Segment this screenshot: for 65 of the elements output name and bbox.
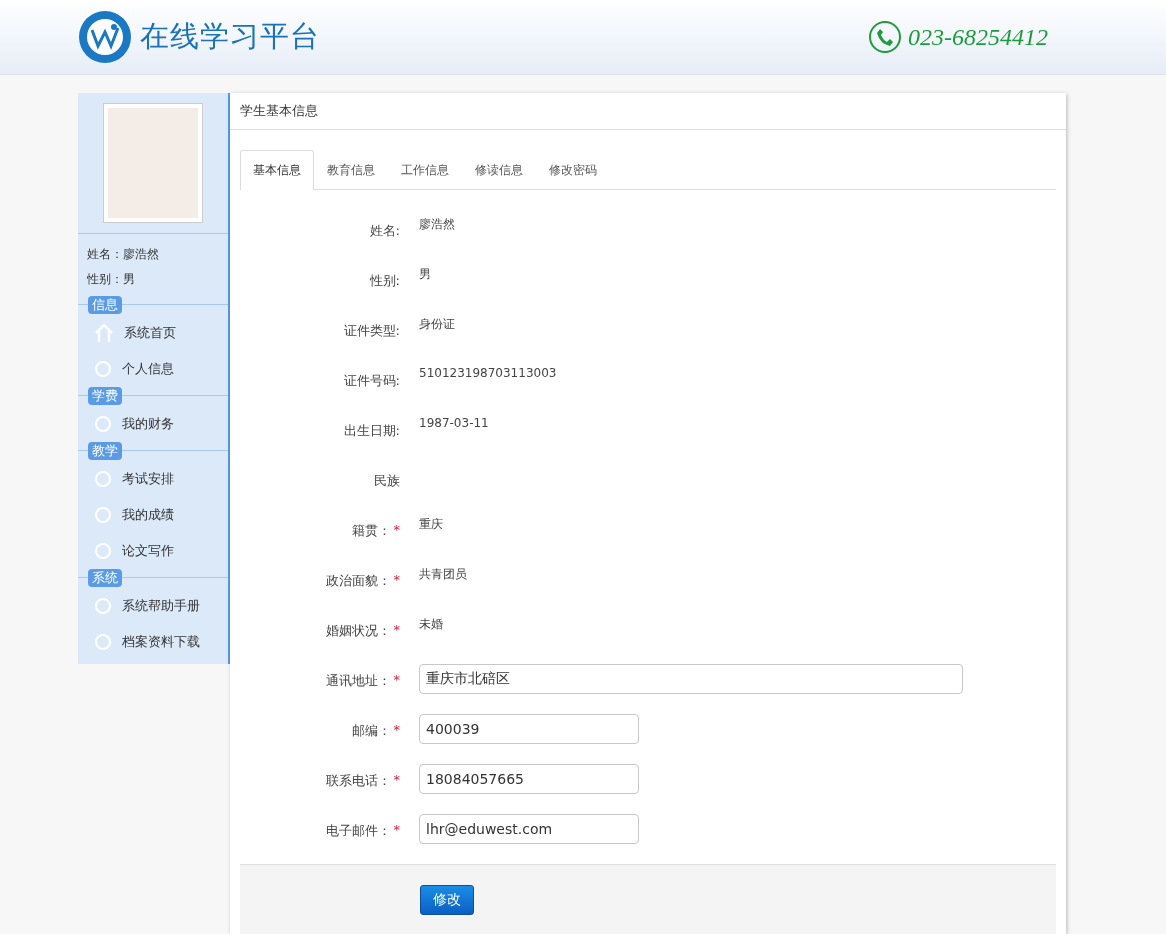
tab[interactable]: 教育信息 — [314, 150, 388, 190]
circle-icon — [94, 633, 112, 651]
circle-icon — [94, 542, 112, 560]
input-field[interactable]: 400039 — [419, 714, 639, 744]
submit-button[interactable]: 修改 — [420, 884, 474, 915]
menu-item[interactable]: 系统帮助手册 — [122, 597, 200, 615]
field-label: 性别: — [369, 272, 400, 290]
required-mark: * — [393, 822, 400, 839]
tab[interactable]: 修改密码 — [536, 150, 610, 190]
section-heading: 学费 — [88, 387, 122, 405]
field-value: 1987-03-11 — [419, 415, 489, 430]
menu-item[interactable]: 我的财务 — [122, 415, 174, 433]
required-mark: * — [393, 622, 400, 639]
input-field[interactable]: lhr@eduwest.com — [419, 814, 639, 844]
menu-item[interactable]: 档案资料下载 — [122, 633, 200, 651]
menu-item[interactable]: 我的成绩 — [122, 506, 174, 524]
phone-number: 023-68254412 — [908, 23, 1048, 51]
field-label: 证件类型: — [343, 322, 400, 340]
input-field[interactable]: 重庆市北碚区 — [419, 664, 963, 694]
field-value: 重庆 — [419, 516, 443, 533]
section-heading: 系统 — [88, 569, 122, 587]
field-value: 共青团员 — [419, 566, 467, 583]
field-label: 籍贯： — [351, 522, 391, 540]
field-label: 出生日期: — [343, 422, 400, 440]
required-mark: * — [393, 522, 400, 539]
field-label: 电子邮件： — [325, 822, 391, 840]
field-value: 廖浩然 — [419, 216, 455, 233]
menu-item[interactable]: 个人信息 — [122, 360, 174, 378]
field-label: 民族 — [374, 472, 400, 490]
field-value: 身份证 — [419, 316, 455, 333]
menu-item[interactable]: 考试安排 — [122, 470, 174, 488]
phone-icon — [868, 20, 902, 54]
field-value: 510123198703113003 — [419, 365, 557, 380]
circle-icon — [94, 415, 112, 433]
section-heading: 教学 — [88, 442, 122, 460]
menu-item[interactable]: 系统首页 — [124, 324, 176, 342]
required-mark: * — [393, 772, 400, 789]
field-label: 姓名: — [369, 222, 400, 240]
panel-title: 学生基本信息 — [230, 93, 1066, 130]
home-icon — [94, 323, 114, 343]
required-mark: * — [393, 572, 400, 589]
profile-info: 姓名：廖浩然 — [87, 246, 160, 263]
field-label: 政治面貌： — [325, 572, 391, 590]
circle-icon — [94, 470, 112, 488]
field-label: 邮编： — [351, 722, 391, 740]
field-label: 婚姻状况： — [325, 622, 391, 640]
tab[interactable]: 修读信息 — [462, 150, 536, 190]
field-value: 男 — [419, 266, 431, 283]
profile-info: 性别：男 — [87, 271, 136, 288]
field-label: 通讯地址： — [325, 672, 391, 690]
section-heading: 信息 — [88, 296, 122, 314]
field-label: 证件号码: — [343, 372, 400, 390]
input-field[interactable]: 18084057665 — [419, 764, 639, 794]
field-value: 未婚 — [419, 616, 443, 633]
required-mark: * — [393, 722, 400, 739]
required-mark: * — [393, 672, 400, 689]
tab[interactable]: 基本信息 — [240, 150, 314, 190]
circle-icon — [94, 506, 112, 524]
site-title: 在线学习平台 — [140, 18, 320, 55]
tab[interactable]: 工作信息 — [388, 150, 462, 190]
circle-icon — [94, 360, 112, 378]
circle-icon — [94, 597, 112, 615]
logo-icon — [78, 10, 132, 64]
menu-item[interactable]: 论文写作 — [122, 542, 174, 560]
field-label: 联系电话： — [325, 772, 391, 790]
